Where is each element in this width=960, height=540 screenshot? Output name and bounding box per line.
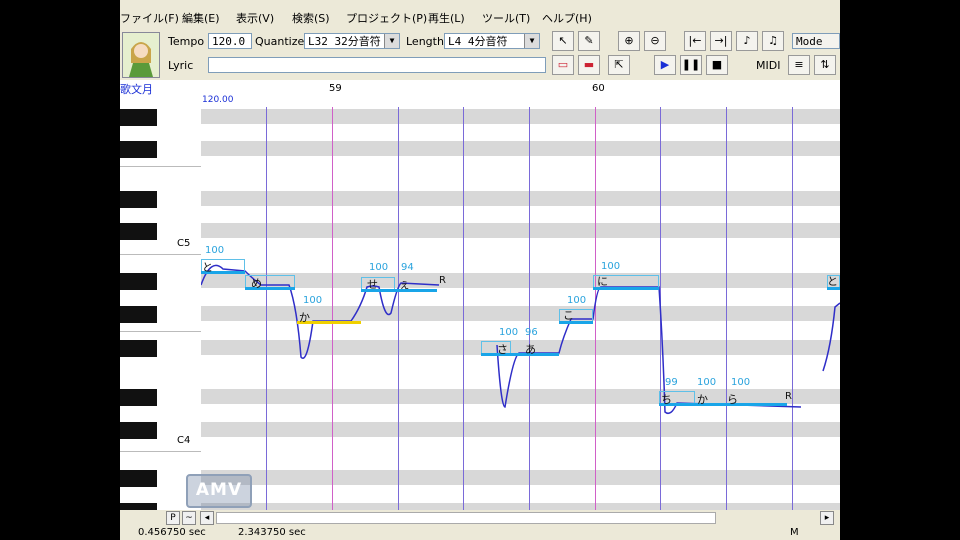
scroll-thumb[interactable] (216, 512, 716, 524)
track-name: 歌文月 (120, 83, 153, 96)
quantize-value: L32 32分音符 (308, 35, 381, 48)
menu-play[interactable]: 再生(L) (428, 10, 465, 26)
midi-settings-icon[interactable]: ≡ (788, 55, 810, 75)
black-key[interactable] (120, 389, 157, 406)
amv-watermark-logo: AMV (186, 474, 252, 508)
note-lyric: あ (525, 343, 536, 356)
zoom-out-icon[interactable]: ⊖ (644, 31, 666, 51)
singer-avatar[interactable] (122, 32, 160, 78)
measure-60: 60 (592, 83, 605, 94)
horizontal-scrollbar[interactable]: P ~ ◂ ▸ (120, 510, 840, 526)
chevron-down-icon[interactable]: ▼ (384, 34, 399, 48)
tempo-marker: 120.00 (202, 95, 234, 105)
rest-mark: R (785, 391, 792, 402)
menu-edit[interactable]: 編集(E) (182, 10, 220, 26)
note-lyric: せ (367, 278, 378, 291)
black-key[interactable] (120, 470, 157, 487)
note-velocity: 100 (205, 245, 225, 256)
next-marker-icon[interactable]: →| (710, 31, 732, 51)
note-lyric: か (299, 311, 310, 324)
note-lyric: か (697, 393, 708, 406)
menu-help[interactable]: ヘルプ(H) (542, 10, 592, 26)
note-velocity: 100 (369, 262, 389, 273)
note-velocity: 100 (499, 327, 519, 338)
note-lyric: ぇ (399, 278, 410, 291)
length-value: L4 4分音符 (448, 35, 508, 48)
black-key[interactable] (120, 422, 157, 439)
note-lyric: ら (727, 393, 738, 406)
chevron-down-icon[interactable]: ▼ (524, 34, 539, 48)
menu-tool[interactable]: ツール(T) (482, 10, 530, 26)
range-select-icon[interactable]: ⇱ (608, 55, 630, 75)
menu-bar: ファイル(F) 編集(E) 表示(V) 検索(S) プロジェクト(P) 再生(L… (120, 7, 840, 27)
piano-keyboard[interactable]: C5 C4 (120, 107, 201, 510)
pointer-tool-icon[interactable]: ↖ (552, 31, 574, 51)
length-label: Length (406, 35, 444, 48)
note-velocity: 100 (601, 261, 621, 272)
black-key[interactable] (120, 503, 157, 510)
measure-ruler[interactable]: 歌文月 120.00 59 60 (120, 80, 840, 108)
black-key[interactable] (120, 306, 157, 323)
zoom-in-icon[interactable]: ⊕ (618, 31, 640, 51)
prev-marker-icon[interactable]: |← (684, 31, 706, 51)
note-velocity: 100 (303, 295, 323, 306)
tilde-button[interactable]: ~ (182, 511, 196, 525)
note-velocity: 100 (567, 295, 587, 306)
note-lyric: に (597, 275, 608, 288)
pause-icon[interactable]: ❚❚ (680, 55, 702, 75)
lyric-input[interactable] (208, 57, 546, 73)
menu-view[interactable]: 表示(V) (236, 10, 274, 26)
note-lyric: と (202, 261, 213, 274)
app-window: ファイル(F) 編集(E) 表示(V) 検索(S) プロジェクト(P) 再生(L… (120, 0, 840, 540)
note-lyric: さ (497, 343, 508, 356)
lyric-label: Lyric (168, 59, 194, 72)
mode-button[interactable]: Mode (792, 33, 840, 49)
quantize-label: Quantize (255, 35, 305, 48)
length-select[interactable]: L4 4分音符 ▼ (444, 33, 540, 49)
menu-file[interactable]: ファイル(F) (120, 10, 179, 26)
tempo-label: Tempo (168, 35, 205, 48)
tempo-field[interactable]: 120.0 (208, 33, 252, 49)
note-lyric: ち (661, 393, 672, 406)
stop-icon[interactable]: ■ (706, 55, 728, 75)
status-time-right: 2.343750 sec (238, 527, 306, 538)
note-velocity: 100 (697, 377, 717, 388)
black-key[interactable] (120, 141, 157, 158)
split-note-icon[interactable]: ♪ (736, 31, 758, 51)
black-key[interactable] (120, 340, 157, 357)
note-velocity: 96 (525, 327, 538, 338)
rest-mark: R (439, 275, 446, 286)
play-icon[interactable]: ▶ (654, 55, 676, 75)
black-key[interactable] (120, 273, 157, 290)
black-key[interactable] (120, 223, 157, 240)
select-tool-icon[interactable]: ▬ (578, 55, 600, 75)
note-velocity: 94 (401, 262, 414, 273)
quantize-select[interactable]: L32 32分音符 ▼ (304, 33, 400, 49)
status-time-left: 0.456750 sec (138, 527, 206, 538)
menu-search[interactable]: 検索(S) (292, 10, 330, 26)
menu-project[interactable]: プロジェクト(P) (346, 10, 427, 26)
midi-toggle-icon[interactable]: ⇅ (814, 55, 836, 75)
black-key[interactable] (120, 109, 157, 126)
scroll-left-icon[interactable]: ◂ (200, 511, 214, 525)
measure-59: 59 (329, 83, 342, 94)
pencil-tool-icon[interactable]: ✎ (578, 31, 600, 51)
piano-roll-grid[interactable]: 100 と め 100 か 100 せ 94 ぇ R 100 さ 96 あ 10… (201, 107, 840, 510)
erase-tool-icon[interactable]: ▭ (552, 55, 574, 75)
note-lyric: め (251, 277, 262, 290)
key-label-c5: C5 (177, 238, 191, 249)
note-velocity: 99 (665, 377, 678, 388)
p-button[interactable]: P (166, 511, 180, 525)
status-mode: M (790, 527, 799, 538)
note-velocity: 100 (731, 377, 751, 388)
black-key[interactable] (120, 191, 157, 208)
midi-label: MIDI (756, 59, 781, 72)
join-note-icon[interactable]: ♫ (762, 31, 784, 51)
note-lyric: と (827, 275, 838, 288)
key-label-c4: C4 (177, 435, 191, 446)
note-lyric: こ (563, 309, 574, 322)
scroll-right-icon[interactable]: ▸ (820, 511, 834, 525)
status-bar: 0.456750 sec 2.343750 sec M (120, 526, 840, 540)
